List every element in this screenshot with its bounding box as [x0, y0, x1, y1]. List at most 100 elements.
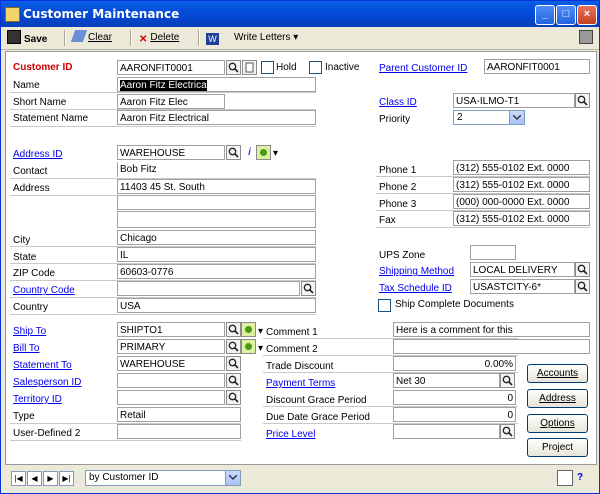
- first-record-button[interactable]: |◀: [11, 471, 26, 486]
- ups-zone-field[interactable]: [470, 245, 516, 260]
- salesperson-id-field[interactable]: [117, 373, 225, 388]
- payment-terms-link[interactable]: Payment Terms: [266, 376, 335, 391]
- tax-schedule-lookup-button[interactable]: [575, 279, 590, 294]
- phone2-field[interactable]: (312) 555-0102 Ext. 0000: [453, 177, 590, 192]
- discount-grace-field[interactable]: 0: [393, 390, 516, 405]
- parent-customer-id-link[interactable]: Parent Customer ID: [379, 61, 467, 76]
- salesperson-id-link[interactable]: Salesperson ID: [13, 375, 81, 390]
- clear-button[interactable]: Clear: [70, 30, 112, 46]
- state-label: State: [13, 252, 37, 263]
- statement-name-field[interactable]: Aaron Fitz Electrical: [117, 110, 316, 125]
- last-record-button[interactable]: ▶|: [59, 471, 74, 486]
- trade-discount-field[interactable]: 0.00%: [393, 356, 516, 371]
- ship-to-lookup-button[interactable]: [226, 322, 241, 337]
- write-letters-button[interactable]: W Write Letters ▾: [206, 30, 298, 46]
- sort-order-select[interactable]: by Customer ID: [85, 470, 241, 486]
- shipping-method-link[interactable]: Shipping Method: [379, 264, 454, 279]
- note-icon[interactable]: [242, 60, 257, 75]
- comment1-field[interactable]: Here is a comment for this: [393, 322, 590, 337]
- type-label: Type: [13, 411, 35, 422]
- payment-terms-field[interactable]: Net 30: [393, 373, 500, 388]
- address-button[interactable]: Address: [527, 389, 588, 408]
- country-code-link[interactable]: Country Code: [13, 283, 75, 298]
- next-record-button[interactable]: ▶: [43, 471, 58, 486]
- short-name-field[interactable]: Aaron Fitz Elec: [117, 94, 225, 109]
- statement-to-field[interactable]: WAREHOUSE: [117, 356, 225, 371]
- info-icon[interactable]: i: [242, 145, 257, 160]
- customer-id-field[interactable]: AARONFIT0001: [117, 60, 225, 75]
- ship-to-internet-icon[interactable]: [241, 322, 256, 337]
- delete-button[interactable]: ✕ Delete: [139, 30, 179, 46]
- ship-to-field[interactable]: SHIPTO1: [117, 322, 225, 337]
- state-field[interactable]: IL: [117, 247, 316, 262]
- magnifier-icon: [228, 358, 239, 369]
- bill-to-lookup-button[interactable]: [226, 339, 241, 354]
- territory-id-field[interactable]: [117, 390, 225, 405]
- save-button[interactable]: Save: [7, 30, 47, 46]
- bill-to-internet-icon[interactable]: [241, 339, 256, 354]
- type-field[interactable]: Retail: [117, 407, 241, 422]
- status-bar: |◀ ◀ ▶ ▶| by Customer ID ?: [5, 467, 595, 489]
- maximize-button[interactable]: □: [556, 5, 576, 25]
- shipping-method-field[interactable]: LOCAL DELIVERY: [470, 262, 575, 277]
- zip-code-field[interactable]: 60603-0776: [117, 264, 316, 279]
- printer-icon[interactable]: [579, 30, 596, 46]
- internet-info-icon[interactable]: [256, 145, 271, 160]
- comment2-field[interactable]: [393, 339, 590, 354]
- options-button[interactable]: Options: [527, 414, 588, 433]
- contact-field[interactable]: Bob Fitz: [117, 162, 316, 177]
- ship-complete-checkbox[interactable]: [378, 299, 391, 312]
- country-field[interactable]: USA: [117, 298, 316, 313]
- address-line3-field[interactable]: [117, 211, 316, 228]
- price-level-link[interactable]: Price Level: [266, 427, 315, 442]
- notes-icon[interactable]: [557, 470, 573, 486]
- country-code-lookup-button[interactable]: [301, 281, 316, 296]
- hold-checkbox[interactable]: [261, 61, 274, 74]
- bill-to-field[interactable]: PRIMARY: [117, 339, 225, 354]
- territory-id-link[interactable]: Territory ID: [13, 392, 62, 407]
- ship-to-link[interactable]: Ship To: [13, 324, 46, 339]
- minimize-button[interactable]: _: [535, 5, 555, 25]
- price-level-lookup-button[interactable]: [500, 424, 515, 439]
- city-field[interactable]: Chicago: [117, 230, 316, 245]
- bill-to-link[interactable]: Bill To: [13, 341, 40, 356]
- fax-field[interactable]: (312) 555-0102 Ext. 0000: [453, 211, 590, 226]
- phone1-label: Phone 1: [379, 165, 417, 176]
- accounts-button[interactable]: Accounts: [527, 364, 588, 383]
- address-line1-field[interactable]: 11403 45 St. South: [117, 179, 316, 194]
- customer-lookup-button[interactable]: [226, 60, 241, 75]
- statement-to-link[interactable]: Statement To: [13, 358, 72, 373]
- shipping-method-lookup-button[interactable]: [575, 262, 590, 277]
- tax-schedule-id-field[interactable]: USASTCITY-6*: [470, 279, 575, 294]
- address-line2-field[interactable]: [117, 195, 316, 210]
- due-date-grace-field[interactable]: 0: [393, 407, 516, 422]
- phone3-field[interactable]: (000) 000-0000 Ext. 0000: [453, 194, 590, 209]
- country-code-field[interactable]: [117, 281, 300, 296]
- project-button[interactable]: Project: [527, 438, 588, 457]
- window-title: Customer Maintenance: [23, 7, 180, 21]
- class-id-link[interactable]: Class ID: [379, 95, 417, 110]
- help-icon[interactable]: ?: [577, 470, 583, 485]
- magnifier-icon: [228, 147, 239, 158]
- class-id-field[interactable]: USA-ILMO-T1: [453, 93, 575, 108]
- address-id-link[interactable]: Address ID: [13, 147, 62, 162]
- address-id-field[interactable]: WAREHOUSE: [117, 145, 225, 160]
- payment-terms-lookup-button[interactable]: [500, 373, 515, 388]
- close-button[interactable]: ×: [577, 5, 597, 25]
- class-lookup-button[interactable]: [575, 93, 590, 108]
- country-label: Country: [13, 302, 49, 313]
- name-field[interactable]: Aaron Fitz Electrica: [117, 77, 316, 92]
- inactive-checkbox[interactable]: [309, 61, 322, 74]
- priority-select[interactable]: 2: [453, 110, 525, 125]
- statement-to-lookup-button[interactable]: [226, 356, 241, 371]
- hold-label: Hold: [276, 62, 297, 73]
- territory-lookup-button[interactable]: [226, 390, 241, 405]
- price-level-field[interactable]: [393, 424, 500, 439]
- parent-customer-id-field[interactable]: AARONFIT0001: [484, 59, 590, 74]
- tax-schedule-id-link[interactable]: Tax Schedule ID: [379, 281, 452, 296]
- salesperson-lookup-button[interactable]: [226, 373, 241, 388]
- user-defined-2-field[interactable]: [117, 424, 241, 439]
- phone1-field[interactable]: (312) 555-0102 Ext. 0000: [453, 160, 590, 175]
- address-lookup-button[interactable]: [226, 145, 241, 160]
- previous-record-button[interactable]: ◀: [27, 471, 42, 486]
